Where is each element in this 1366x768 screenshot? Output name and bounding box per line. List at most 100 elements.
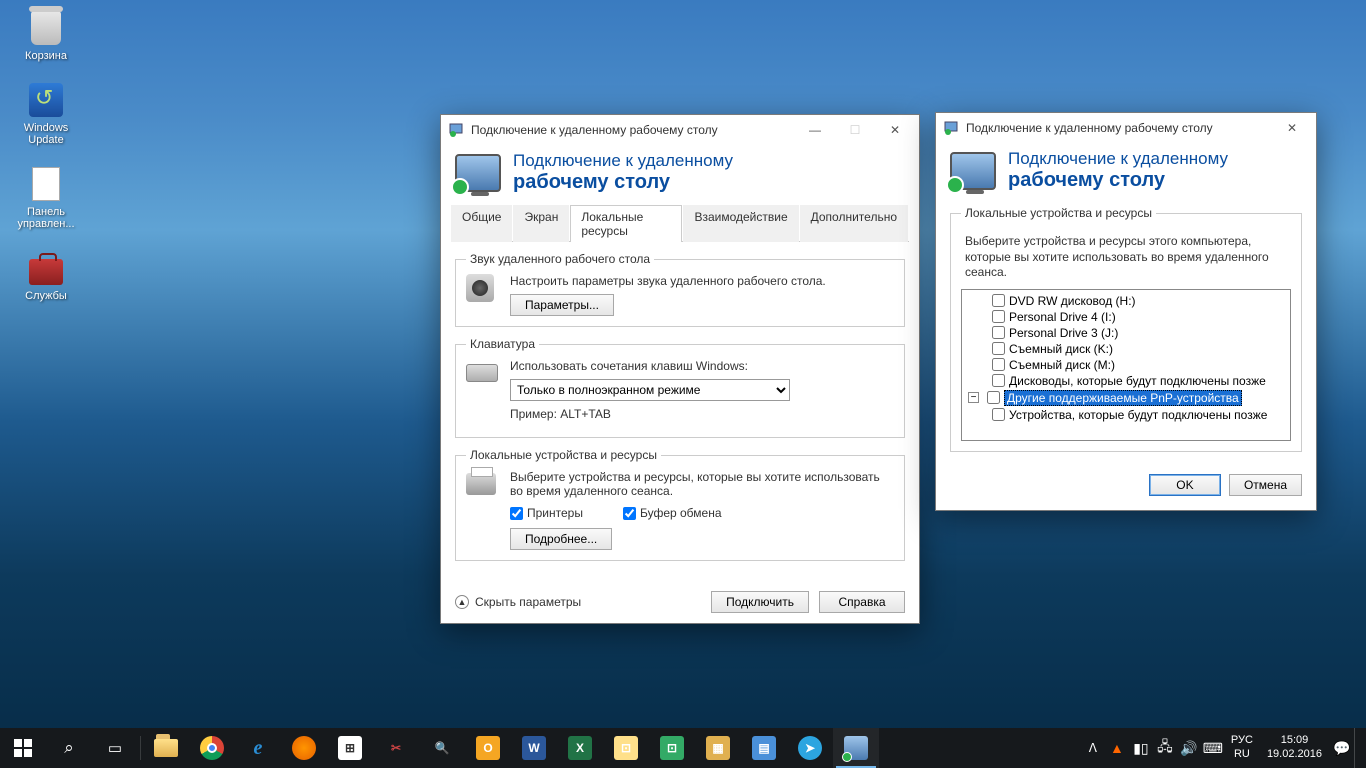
devices-dialog: Подключение к удаленному рабочему столу …: [935, 112, 1317, 511]
keyboard-icon: [466, 364, 498, 382]
rdp-icon: [449, 122, 465, 138]
tree-item[interactable]: Съемный диск (M:): [964, 357, 1288, 373]
devices-titlebar[interactable]: Подключение к удаленному рабочему столу …: [936, 113, 1316, 143]
audio-legend: Звук удаленного рабочего стола: [466, 252, 654, 266]
connect-button[interactable]: Подключить: [711, 591, 809, 613]
battery-icon[interactable]: ▮▯: [1129, 740, 1153, 757]
devices-header2: рабочему столу: [1008, 169, 1228, 192]
chevron-up-icon: ▲: [455, 595, 469, 609]
keyboard-desc: Использовать сочетания клавиш Windows:: [510, 359, 894, 373]
rdp-header: Подключение к удаленному рабочему столу: [441, 145, 919, 204]
close-button[interactable]: ✕: [875, 116, 915, 144]
start-button[interactable]: [0, 728, 46, 768]
connection-badge-icon: [946, 176, 964, 194]
rdp-footer: ▲ Скрыть параметры Подключить Справка: [441, 581, 919, 623]
rdp-icon: [944, 120, 960, 136]
devices-header: Подключение к удаленному рабочему столу: [936, 143, 1316, 202]
keyboard-legend: Клавиатура: [466, 337, 539, 351]
minimize-button[interactable]: —: [795, 116, 835, 144]
tray-overflow-button[interactable]: ᐱ: [1081, 741, 1105, 755]
recycle-bin-icon[interactable]: Корзина: [8, 8, 84, 62]
rdp-tabs: Общие Экран Локальные ресурсы Взаимодейс…: [451, 204, 909, 242]
show-desktop-button[interactable]: [1354, 728, 1360, 768]
devices-desc: Выберите устройства и ресурсы этого комп…: [965, 234, 1287, 281]
devices-header1: Подключение к удаленному: [1008, 149, 1228, 169]
taskbar: ⌕ ▭ e ⊞ ✂ 🔍 O W X ⊡ ⊡ ▦ ▤ ➤ ᐱ ▲ ▮▯ 🖧 🔊 ⌨…: [0, 728, 1366, 768]
tree-item[interactable]: DVD RW дисковод (H:): [964, 293, 1288, 309]
task-view-button[interactable]: ▭: [92, 728, 138, 768]
cancel-button[interactable]: Отмена: [1229, 474, 1302, 496]
audio-desc: Настроить параметры звука удаленного раб…: [510, 274, 894, 288]
collapse-icon[interactable]: −: [968, 392, 979, 403]
devices-fieldset: Локальные устройства и ресурсы Выберите …: [950, 206, 1302, 452]
control-panel-label: Панель управлен...: [8, 206, 84, 230]
keyboard-example: Пример: ALT+TAB: [510, 407, 894, 421]
devices-title: Подключение к удаленному рабочему столу: [966, 121, 1272, 135]
vlc-tray-icon[interactable]: ▲: [1105, 740, 1129, 756]
tab-display[interactable]: Экран: [513, 205, 569, 242]
tree-item[interactable]: Съемный диск (K:): [964, 341, 1288, 357]
language-indicator[interactable]: РУС RU: [1225, 734, 1259, 762]
tree-item[interactable]: Personal Drive 3 (J:): [964, 325, 1288, 341]
app-putty[interactable]: ⊡: [603, 728, 649, 768]
app-excel[interactable]: X: [557, 728, 603, 768]
devices-tree[interactable]: DVD RW дисковод (H:) Personal Drive 4 (I…: [961, 289, 1291, 441]
keyboard-group: Клавиатура Использовать сочетания клавиш…: [455, 337, 905, 438]
app-snip[interactable]: ✂: [373, 728, 419, 768]
clipboard-checkbox[interactable]: Буфер обмена: [623, 506, 722, 520]
tree-item-selected[interactable]: − Другие поддерживаемые PnP-устройства: [964, 389, 1288, 407]
rdp-titlebar[interactable]: Подключение к удаленному рабочему столу …: [441, 115, 919, 145]
keyboard-tray-icon[interactable]: ⌨: [1201, 740, 1225, 757]
printer-icon: [466, 473, 496, 495]
app-vmware[interactable]: ▤: [741, 728, 787, 768]
app-totalcmd[interactable]: ⊞: [327, 728, 373, 768]
tree-item[interactable]: Устройства, которые будут подключены поз…: [964, 407, 1288, 423]
local-legend: Локальные устройства и ресурсы: [466, 448, 661, 462]
app-ie[interactable]: e: [235, 728, 281, 768]
app-remote[interactable]: ⊡: [649, 728, 695, 768]
app-firefox[interactable]: [281, 728, 327, 768]
app-word[interactable]: W: [511, 728, 557, 768]
devices-footer: OK Отмена: [936, 462, 1316, 510]
desktop-icons-area: Корзина Windows Update Панель управлен..…: [8, 8, 84, 303]
services-icon[interactable]: Службы: [8, 248, 84, 302]
tree-item[interactable]: Personal Drive 4 (I:): [964, 309, 1288, 325]
app-sql[interactable]: ▦: [695, 728, 741, 768]
tab-local-resources[interactable]: Локальные ресурсы: [570, 205, 682, 242]
control-panel-icon[interactable]: Панель управлен...: [8, 164, 84, 230]
search-button[interactable]: ⌕: [46, 728, 92, 768]
windows-update-icon[interactable]: Windows Update: [8, 80, 84, 146]
tab-general[interactable]: Общие: [451, 205, 512, 242]
connection-badge-icon: [451, 178, 469, 196]
network-icon[interactable]: 🖧: [1153, 736, 1177, 760]
maximize-button: ☐: [835, 116, 875, 144]
audio-settings-button[interactable]: Параметры...: [510, 294, 614, 316]
hide-options-toggle[interactable]: ▲ Скрыть параметры: [455, 595, 581, 609]
header-line1: Подключение к удаленному: [513, 151, 733, 171]
volume-icon[interactable]: 🔊: [1177, 740, 1201, 757]
app-explorer[interactable]: [143, 728, 189, 768]
app-outlook[interactable]: O: [465, 728, 511, 768]
keyboard-combo[interactable]: Только в полноэкранном режиме: [510, 379, 790, 401]
action-center-icon[interactable]: 💬: [1330, 740, 1354, 757]
ok-button[interactable]: OK: [1149, 474, 1221, 496]
devices-legend: Локальные устройства и ресурсы: [961, 206, 1156, 220]
local-desc: Выберите устройства и ресурсы, которые в…: [510, 470, 894, 498]
clock[interactable]: 15:09 19.02.2016: [1259, 734, 1330, 762]
tree-item[interactable]: Дисководы, которые будут подключены позж…: [964, 373, 1288, 389]
app-telegram[interactable]: ➤: [787, 728, 833, 768]
devices-body: Локальные устройства и ресурсы Выберите …: [936, 202, 1316, 462]
system-tray: ᐱ ▲ ▮▯ 🖧 🔊 ⌨ РУС RU 15:09 19.02.2016 💬: [1081, 728, 1366, 768]
devices-close-button[interactable]: ✕: [1272, 114, 1312, 142]
printers-checkbox[interactable]: Принтеры: [510, 506, 583, 520]
more-devices-button[interactable]: Подробнее...: [510, 528, 612, 550]
audio-group: Звук удаленного рабочего стола Настроить…: [455, 252, 905, 327]
app-magnifier[interactable]: 🔍: [419, 728, 465, 768]
app-rdp[interactable]: [833, 728, 879, 768]
tab-experience[interactable]: Взаимодействие: [683, 205, 798, 242]
rdp-body: Звук удаленного рабочего стола Настроить…: [441, 242, 919, 581]
tab-advanced[interactable]: Дополнительно: [800, 205, 908, 242]
app-chrome[interactable]: [189, 728, 235, 768]
speaker-icon: [466, 274, 494, 302]
help-button[interactable]: Справка: [819, 591, 905, 613]
